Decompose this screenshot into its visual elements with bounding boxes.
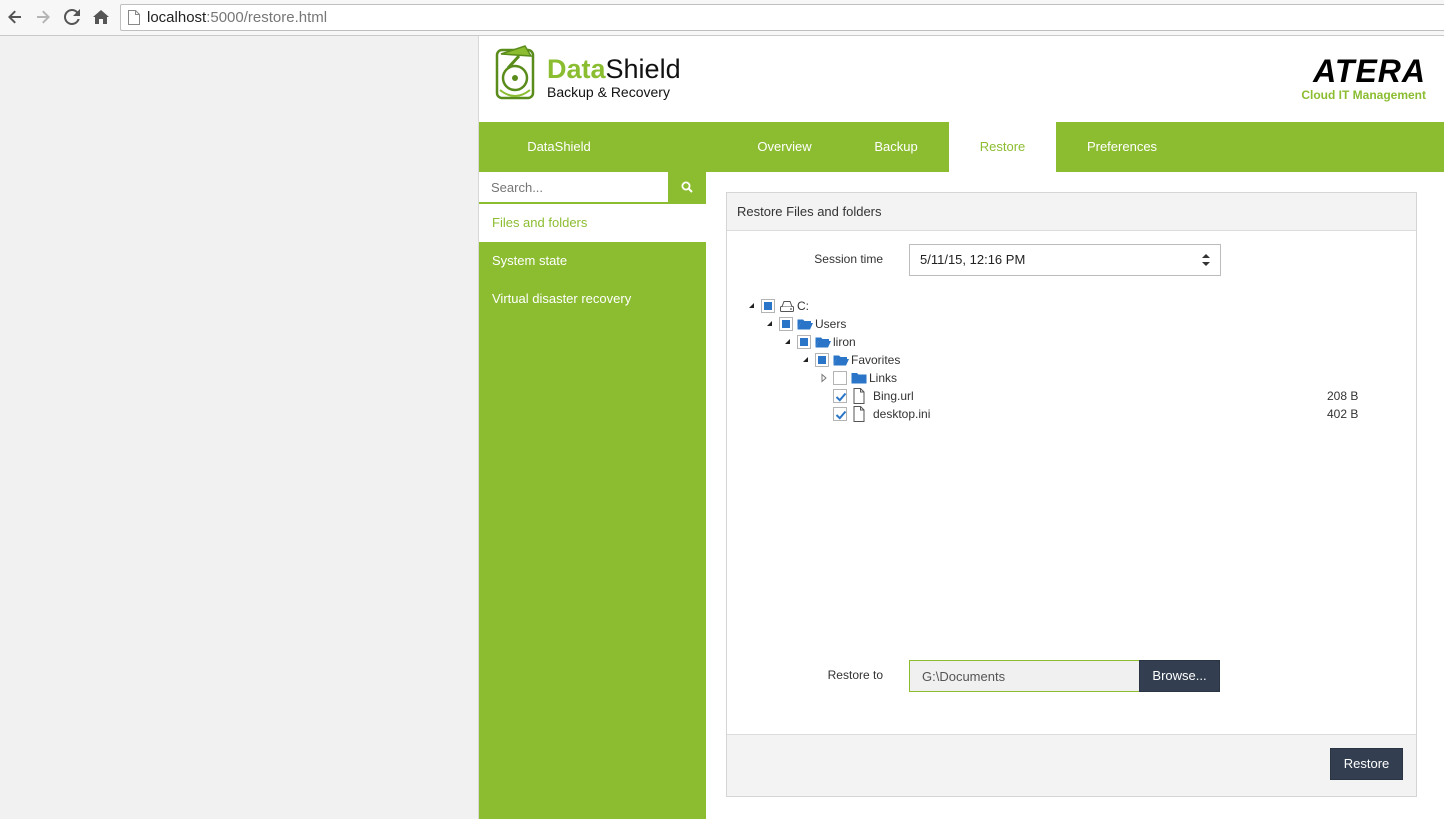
tree-item-label: Favorites: [851, 353, 901, 367]
folder-open-icon: [815, 334, 831, 350]
tree-collapse-icon[interactable]: [747, 297, 757, 315]
tree-item-size: 208 B: [1327, 389, 1359, 403]
tab-preferences[interactable]: Preferences: [1069, 122, 1175, 172]
file-icon: [851, 406, 867, 422]
url-text: localhost:5000/restore.html: [147, 9, 328, 26]
tree-row[interactable]: Links: [747, 369, 1387, 387]
tree-item-label: Users: [815, 317, 847, 331]
search-icon: [681, 181, 693, 193]
atera-logo: ATERA Cloud IT Management: [1301, 53, 1426, 102]
atera-wordmark: ATERA: [1313, 53, 1426, 89]
tree-collapse-icon[interactable]: [801, 351, 811, 369]
tree-row[interactable]: Users: [747, 315, 1387, 333]
tab-overview[interactable]: Overview: [737, 122, 832, 172]
tree-item-label: liron: [833, 335, 856, 349]
tab-restore[interactable]: Restore: [949, 122, 1056, 172]
brand-title: DataShield Backup & Recovery: [547, 55, 681, 100]
tree-checkbox[interactable]: [797, 335, 811, 349]
brand-name-shield: Shield: [605, 54, 681, 84]
brand-name-data: Data: [547, 54, 606, 84]
forward-arrow-icon[interactable]: [32, 6, 54, 28]
home-icon[interactable]: [90, 6, 112, 28]
tree-item-label: Links: [869, 371, 898, 385]
panel-footer: Restore: [727, 734, 1416, 796]
sidebar-item-virtual-disaster-recovery[interactable]: Virtual disaster recovery: [479, 280, 706, 318]
browser-toolbar: localhost:5000/restore.html: [0, 0, 1444, 36]
restore-to-input[interactable]: [909, 660, 1140, 692]
brand-tagline: Backup & Recovery: [547, 84, 670, 100]
restore-button[interactable]: Restore: [1330, 748, 1403, 780]
tree-item-label: C:: [797, 299, 809, 313]
datashield-logo-icon: [495, 45, 535, 100]
app-header: DataShield Backup & Recovery ATERA Cloud…: [479, 36, 1444, 122]
page-icon: [128, 10, 140, 25]
search-input[interactable]: [479, 172, 668, 203]
tree-item-label: Bing.url: [873, 389, 914, 403]
session-time-select[interactable]: 5/11/15, 12:16 PM: [909, 244, 1221, 276]
tree-checkbox[interactable]: [761, 299, 775, 313]
restore-to-label: Restore to: [827, 668, 883, 682]
tab-backup[interactable]: Backup: [847, 122, 945, 172]
tree-checkbox[interactable]: [779, 317, 793, 331]
app-window: DataShield Backup & Recovery ATERA Cloud…: [478, 36, 1444, 819]
panel-title: Restore Files and folders: [727, 193, 1416, 231]
tree-checkbox[interactable]: [833, 371, 847, 385]
sidebar: Files and folders System state Virtual d…: [479, 172, 706, 819]
main-nav: DataShield Overview Backup Restore Prefe…: [479, 122, 1444, 172]
file-icon: [851, 388, 867, 404]
select-arrows-icon: [1202, 254, 1210, 266]
restore-panel: Restore Files and folders Session time 5…: [726, 192, 1417, 797]
tree-checkbox[interactable]: [833, 407, 847, 421]
tree-checkbox[interactable]: [815, 353, 829, 367]
tree-collapse-icon[interactable]: [765, 315, 775, 333]
tree-row[interactable]: Favorites: [747, 351, 1387, 369]
tree-row[interactable]: C:: [747, 297, 1387, 315]
folder-open-icon: [833, 352, 849, 368]
sidebar-item-system-state[interactable]: System state: [479, 242, 706, 280]
session-time-label: Session time: [814, 252, 883, 266]
browse-button[interactable]: Browse...: [1139, 660, 1220, 692]
address-bar[interactable]: localhost:5000/restore.html: [120, 4, 1444, 31]
tree-item-label: desktop.ini: [873, 407, 931, 421]
tree-row[interactable]: liron: [747, 333, 1387, 351]
tree-row[interactable]: Bing.url 208 B: [747, 387, 1387, 405]
tree-checkbox[interactable]: [833, 389, 847, 403]
tree-item-size: 402 B: [1327, 407, 1359, 421]
search-button[interactable]: [668, 172, 706, 203]
sidebar-search: [479, 172, 706, 204]
folder-open-icon: [797, 316, 813, 332]
nav-brand-link[interactable]: DataShield: [479, 122, 639, 172]
atera-tagline: Cloud IT Management: [1301, 88, 1426, 102]
session-time-value: 5/11/15, 12:16 PM: [920, 252, 1026, 267]
drive-icon: [779, 298, 795, 314]
back-arrow-icon[interactable]: [4, 6, 26, 28]
tree-collapse-icon[interactable]: [783, 333, 793, 351]
tree-row[interactable]: desktop.ini 402 B: [747, 405, 1387, 423]
tree-expand-icon[interactable]: [819, 369, 829, 387]
reload-icon[interactable]: [61, 6, 83, 28]
sidebar-item-files-and-folders[interactable]: Files and folders: [479, 204, 706, 242]
folder-icon: [851, 370, 867, 386]
